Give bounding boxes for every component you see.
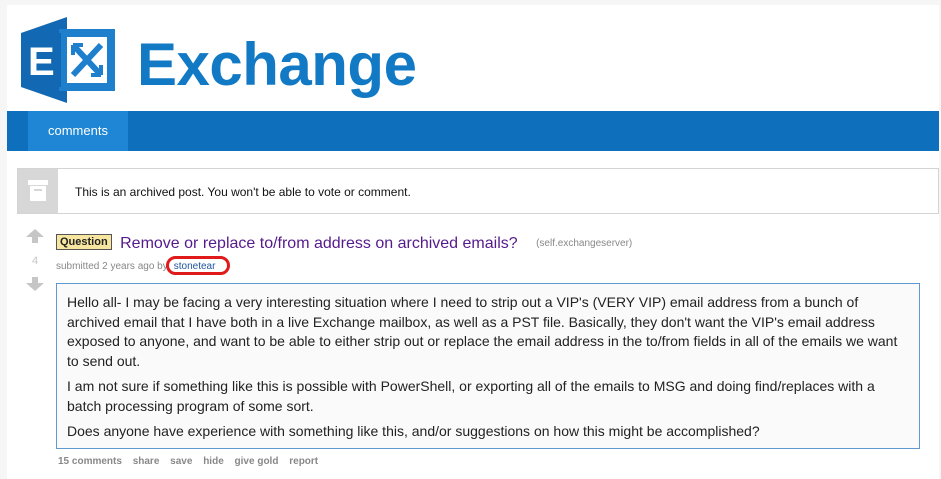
- notice-text: This is an archived post. You won't be a…: [75, 185, 411, 199]
- post-tagline: submitted 2 years ago by stonetear: [56, 256, 230, 275]
- give-gold-link[interactable]: give gold: [235, 456, 279, 467]
- exchange-logo[interactable]: E: [21, 17, 117, 103]
- archive-box-icon: [18, 169, 58, 213]
- post-body: Hello all- I may be facing a very intere…: [56, 283, 920, 449]
- author-name[interactable]: stonetear: [174, 261, 216, 272]
- brand-name[interactable]: Exchange: [137, 35, 417, 95]
- save-link[interactable]: save: [170, 456, 192, 467]
- nav-bar: comments: [7, 111, 939, 151]
- post-title-link[interactable]: Remove or replace to/from address on arc…: [120, 235, 518, 252]
- archived-notice: This is an archived post. You won't be a…: [17, 168, 939, 214]
- hide-link[interactable]: hide: [203, 456, 224, 467]
- post-paragraph: Hello all- I may be facing a very intere…: [67, 294, 898, 369]
- logo-letter: E: [28, 40, 55, 84]
- report-link[interactable]: report: [289, 456, 318, 467]
- post-score: 4: [31, 255, 39, 267]
- upvote-arrow-icon[interactable]: [25, 229, 45, 243]
- tab-comments[interactable]: comments: [28, 111, 128, 151]
- header: E Exchange: [7, 5, 939, 111]
- downvote-arrow-icon[interactable]: [25, 277, 45, 291]
- post-title-row: Question Remove or replace to/from addre…: [56, 234, 632, 253]
- page: E Exchange comments This is an archived …: [7, 5, 939, 479]
- post-actions: 15 comments share save hide give gold re…: [58, 456, 326, 467]
- author-link[interactable]: stonetear: [165, 256, 230, 275]
- post-domain-link[interactable]: (self.exchangeserver): [536, 238, 632, 249]
- post-paragraph: I am not sure if something like this is …: [67, 378, 875, 414]
- flair-badge: Question: [56, 234, 112, 250]
- submitted-text: submitted 2 years ago by: [56, 261, 168, 272]
- comments-link[interactable]: 15 comments: [58, 456, 122, 467]
- post-paragraph: Does anyone have experience with somethi…: [67, 423, 760, 439]
- share-link[interactable]: share: [133, 456, 160, 467]
